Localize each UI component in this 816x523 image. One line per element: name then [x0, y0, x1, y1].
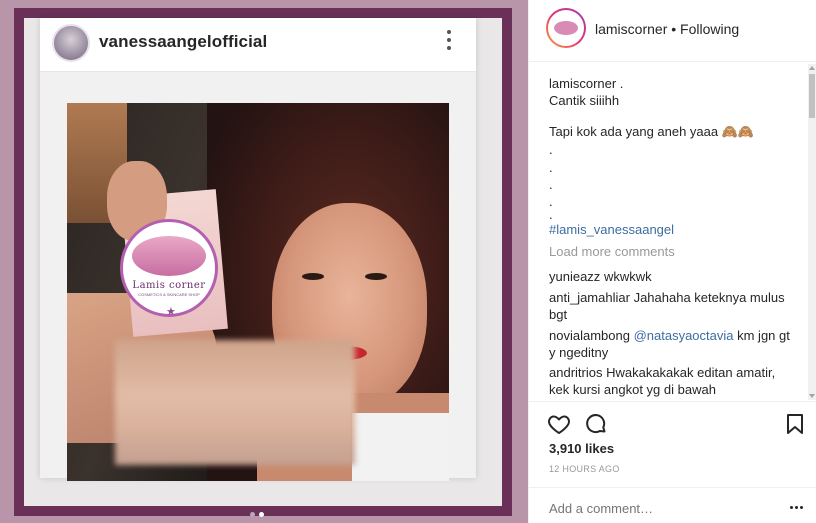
likes-count[interactable]: 3,910 likes — [549, 441, 614, 456]
comment-username[interactable]: andritrios — [549, 365, 602, 380]
author-username[interactable]: lamiscorner — [595, 21, 667, 37]
comment-item: novialambong @natasyaoctavia km jgn gt y… — [549, 327, 794, 361]
following-button[interactable]: Following — [680, 21, 739, 37]
scrollbar-thumb[interactable] — [809, 74, 815, 118]
comment-username[interactable]: anti_jamahliar — [549, 290, 630, 305]
scroll-down-arrow-icon[interactable] — [809, 394, 815, 398]
caption-line: . — [549, 142, 553, 157]
scroll-up-arrow-icon[interactable] — [809, 66, 815, 70]
post-header-text: lamiscorner • Following — [595, 21, 739, 37]
star-icon: ★ — [166, 306, 176, 318]
comments-scrollbar[interactable] — [808, 64, 816, 400]
carousel-dot[interactable] — [250, 512, 255, 517]
caption-line: . — [549, 177, 553, 192]
carousel-dot-active[interactable] — [259, 512, 264, 517]
add-comment-input[interactable] — [549, 501, 769, 516]
load-more-comments-button[interactable]: Load more comments — [549, 243, 675, 260]
add-comment-bar — [529, 487, 816, 523]
embedded-username: vanessaangelofficial — [99, 32, 268, 51]
comment-text: wkwkwk — [603, 269, 652, 284]
comment-icon[interactable] — [584, 412, 608, 436]
heart-icon[interactable] — [547, 412, 571, 436]
post-media[interactable]: vanessaangelofficial Lamis corner COSMET… — [0, 0, 528, 523]
post-photo — [67, 103, 449, 481]
embedded-post-header: vanessaangelofficial — [40, 18, 476, 72]
logo-subtext: COSMETICS & SKINCARE SHOP — [138, 291, 200, 297]
caption-line: Cantik siiihh — [549, 93, 620, 108]
caption-line: Tapi kok ada yang aneh yaaa 🙈🙈 — [549, 124, 755, 139]
caption-hashtag[interactable]: #lamis_vanessaangel — [549, 221, 674, 238]
lips-icon — [554, 21, 578, 35]
comment-item: andritrios Hwakakakakak editan amatir, k… — [549, 364, 794, 398]
embedded-more-icon — [446, 30, 452, 52]
logo-text: Lamis corner — [132, 279, 206, 291]
lips-icon — [132, 235, 206, 276]
comment-username[interactable]: novialambong — [549, 328, 630, 343]
comment-username[interactable]: yunieazz — [549, 269, 600, 284]
separator: • — [667, 21, 681, 37]
post-header: lamiscorner • Following — [529, 0, 816, 62]
lamis-corner-logo: Lamis corner COSMETICS & SKINCARE SHOP ★ — [120, 219, 218, 318]
post-actions — [529, 401, 816, 443]
carousel-dots[interactable] — [250, 512, 264, 517]
comment-mention[interactable]: @natasyaoctavia — [634, 328, 734, 343]
post-timestamp[interactable]: 12 HOURS AGO — [549, 464, 620, 474]
author-avatar[interactable] — [546, 8, 586, 48]
blurred-region — [115, 340, 355, 465]
caption-line: . — [549, 160, 553, 175]
post-side-panel: lamiscorner • Following lamiscorner . Ca… — [528, 0, 816, 523]
comment-item: yunieazz wkwkwk — [549, 268, 794, 285]
comments-list[interactable]: lamiscorner . Cantik siiihh Tapi kok ada… — [529, 63, 809, 401]
more-options-icon[interactable] — [790, 506, 803, 509]
comment-item: anti_jamahliar Jahahaha keteknya mulus b… — [549, 289, 794, 323]
embedded-avatar — [52, 24, 90, 62]
bookmark-icon[interactable] — [783, 412, 807, 436]
caption-username[interactable]: lamiscorner . — [549, 75, 623, 92]
